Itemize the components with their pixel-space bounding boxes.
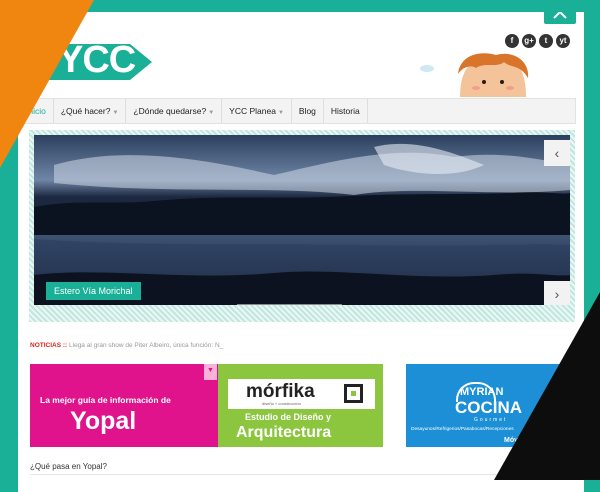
nav-item-blog[interactable]: Blog — [292, 99, 324, 123]
orange-corner-decoration — [0, 0, 94, 168]
main-nav: Inicio ¿Qué hacer? ▼ ¿Dónde quedarse? ▼ YC… — [18, 98, 576, 124]
hero-slider[interactable]: Estero Vía Morichal ‹ › — [34, 135, 570, 305]
yopal-banner-line2: Yopal — [70, 407, 137, 435]
nav-item-donde-quedarse[interactable]: ¿Dónde quedarse? ▼ — [126, 99, 223, 123]
yopal-guide-banner[interactable]: ▼ La mejor guía de información de Yopal — [30, 364, 223, 447]
scroll-top-tab[interactable] — [544, 12, 576, 24]
morfika-banner[interactable]: mórfika diseño + construcción Estudio de… — [218, 364, 383, 447]
nav-item-ycc-planea[interactable]: YCC Planea ▼ — [222, 99, 292, 123]
nav-item-label: Historia — [330, 106, 360, 116]
dark-corner-decoration — [494, 292, 600, 480]
nav-item-historia[interactable]: Historia — [324, 99, 368, 123]
section-title: ¿Qué pasa en Yopal? — [30, 462, 107, 471]
morfika-line1: Estudio de Diseño y — [245, 412, 332, 422]
youtube-icon[interactable]: yt — [556, 34, 570, 48]
chevron-down-icon: ▼ — [112, 110, 119, 116]
slider-progress-bar — [237, 304, 342, 305]
chevron-down-icon: ▼ — [208, 110, 215, 116]
morfika-brand: mórfika — [246, 381, 315, 402]
mascot-illustration — [458, 53, 529, 97]
google-plus-icon[interactable]: g+ — [522, 34, 536, 48]
slide-caption[interactable]: Estero Vía Morichal — [46, 282, 141, 300]
news-headline[interactable]: Llega al gran show de Piter Albeiro, úni… — [69, 342, 223, 349]
nav-item-label: Blog — [298, 106, 316, 116]
morfika-logo-box: mórfika diseño + construcción — [228, 379, 375, 409]
morfika-tagline: diseño + construcción — [262, 401, 301, 406]
chevron-left-icon: ‹ — [554, 145, 560, 161]
ribbon-flag: ▼ — [204, 364, 217, 380]
morfika-line2: Arquitectura — [236, 424, 332, 441]
social-links: f g+ t yt — [505, 34, 570, 48]
facebook-icon[interactable]: f — [505, 34, 519, 48]
landscape-photo — [34, 135, 570, 305]
nav-item-label: YCC Planea — [229, 106, 276, 116]
news-label: NOTICIAS :: — [30, 342, 68, 349]
slider-prev-button[interactable]: ‹ — [544, 140, 570, 166]
yopal-banner-line1: La mejor guía de información de — [40, 395, 171, 405]
news-ticker: NOTICIAS :: Llega al gran show de Piter … — [30, 342, 223, 349]
morfika-square-icon — [344, 384, 363, 403]
divider — [30, 474, 570, 475]
chevron-down-icon: ▼ — [207, 367, 214, 374]
nav-item-label: ¿Dónde quedarse? — [133, 106, 207, 116]
cloud-decoration — [420, 65, 434, 72]
chevron-up-icon — [553, 12, 567, 19]
twitter-icon[interactable]: t — [539, 34, 553, 48]
chevron-down-icon: ▼ — [277, 110, 284, 116]
